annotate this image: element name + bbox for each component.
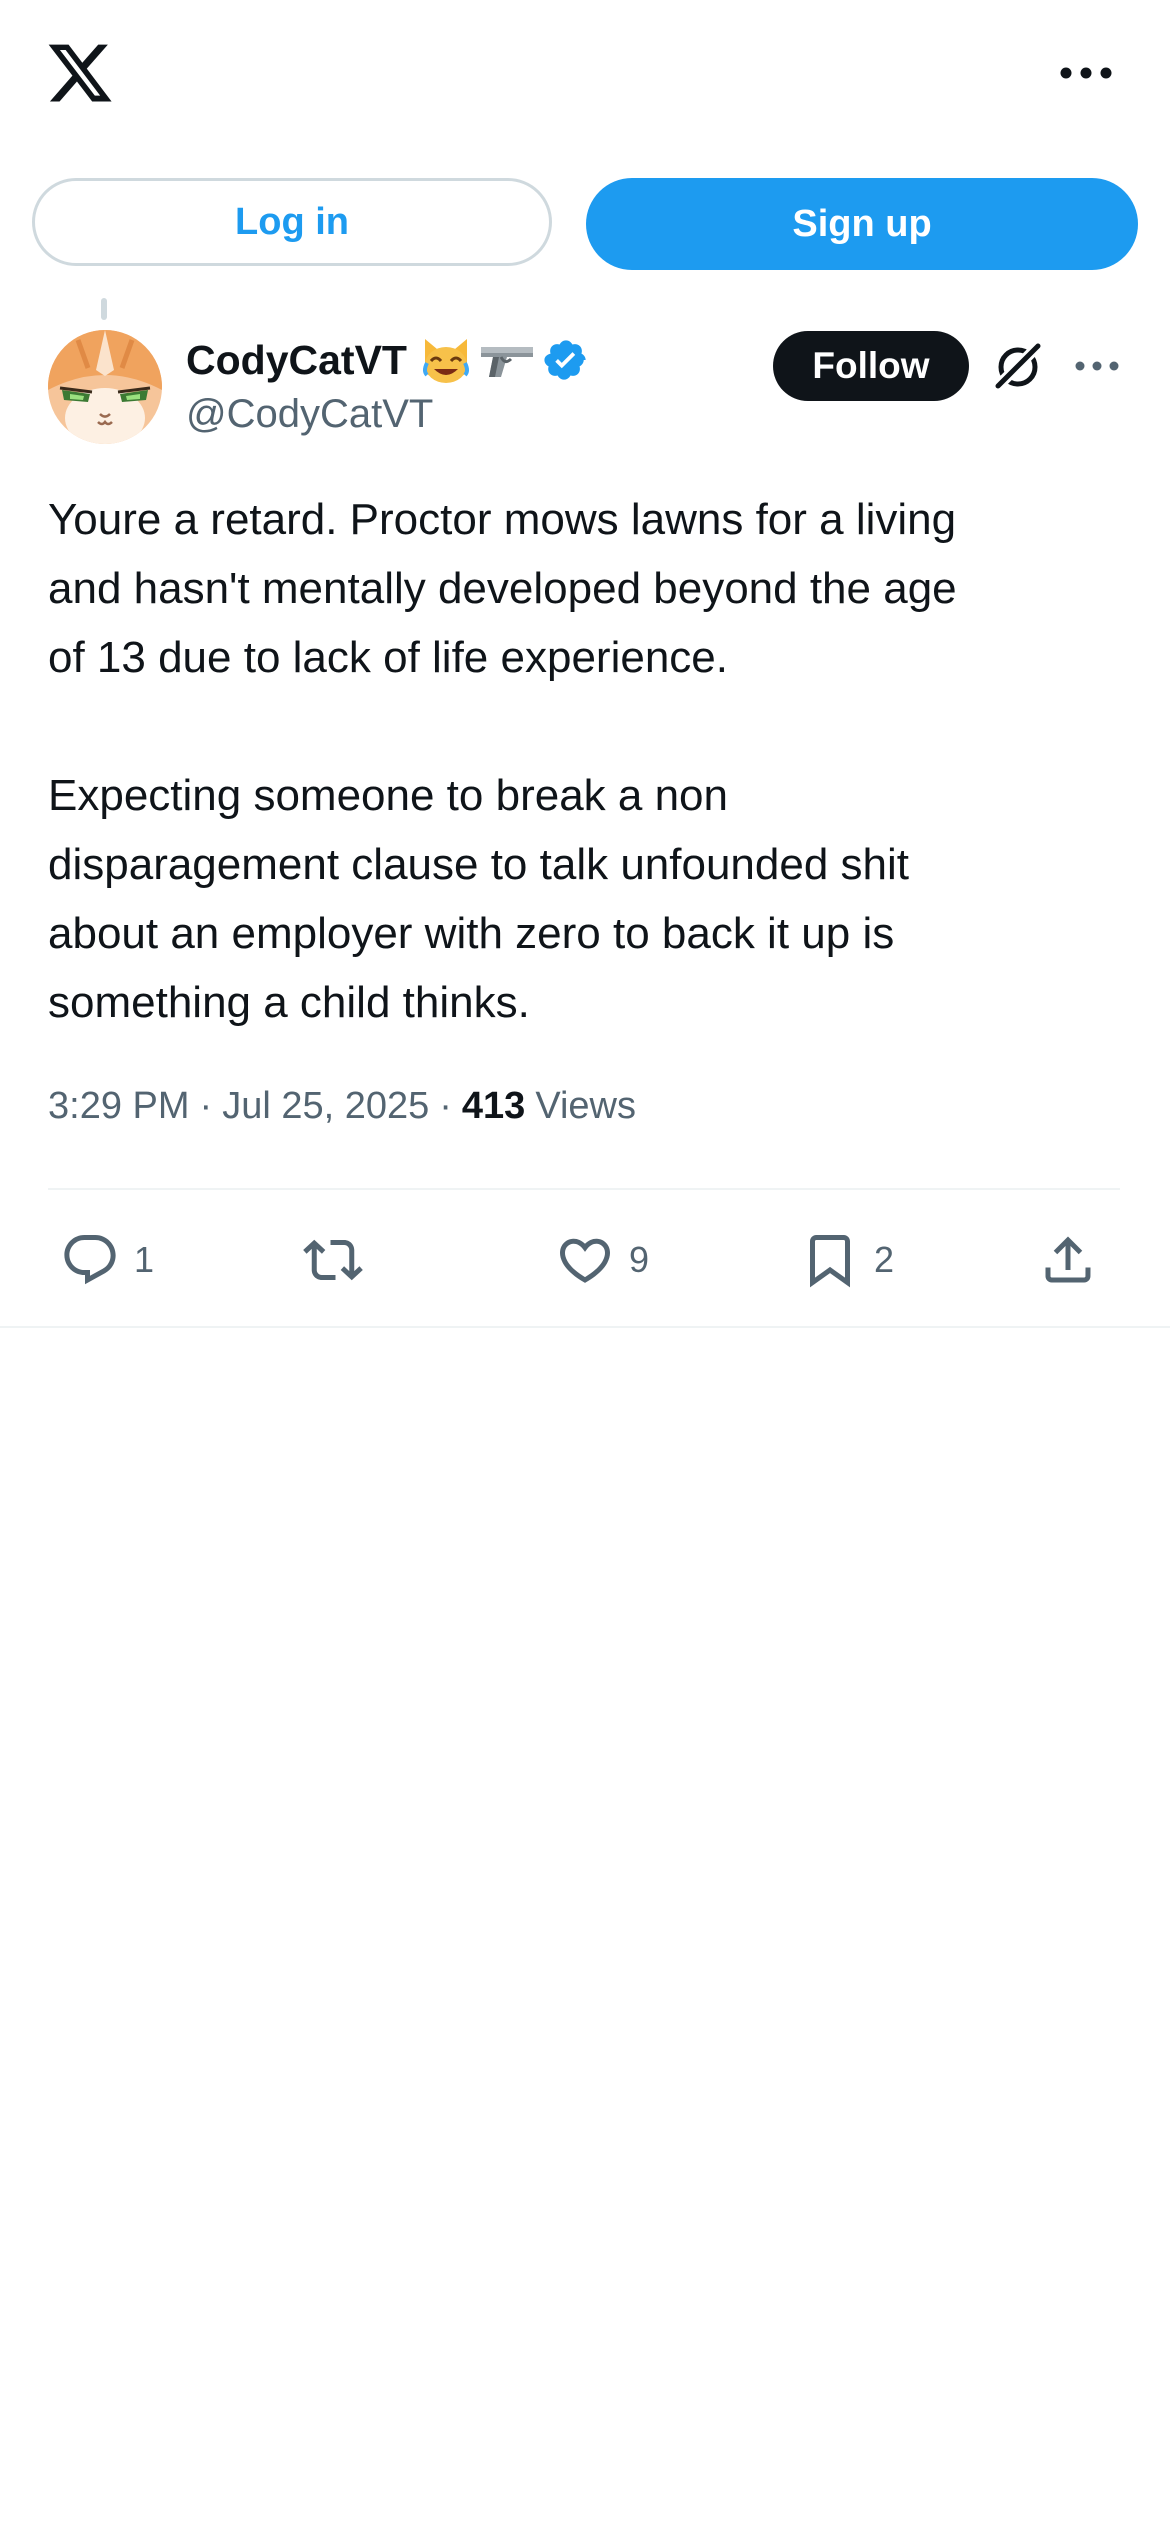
verified-badge-icon[interactable] — [543, 337, 589, 383]
cat-with-tears-of-joy-emoji — [422, 339, 469, 383]
top-bar — [0, 0, 1170, 150]
display-name[interactable]: CodyCatVT — [186, 337, 407, 384]
avatar[interactable] — [48, 330, 162, 444]
reply-button[interactable]: 1 — [60, 1220, 154, 1300]
tweet-time[interactable]: 3:29 PM — [48, 1085, 190, 1128]
login-button[interactable]: Log in — [32, 178, 552, 266]
bookmark-button[interactable]: 2 — [800, 1220, 894, 1300]
user-handle[interactable]: @CodyCatVT — [186, 392, 433, 437]
thread-connector-line — [101, 298, 107, 320]
tweet-more-icon[interactable] — [1074, 355, 1120, 377]
retweet-button[interactable] — [303, 1220, 377, 1300]
share-icon — [1045, 1236, 1091, 1283]
grok-icon[interactable] — [990, 338, 1046, 394]
views-label: Views — [535, 1085, 636, 1127]
share-button[interactable] — [1038, 1220, 1098, 1300]
tweet-text: Youre a retard. Proctor mows lawns for a… — [48, 495, 957, 1027]
signup-button[interactable]: Sign up — [586, 178, 1138, 270]
more-horizontal-icon[interactable] — [1058, 60, 1114, 86]
bookmark-count: 2 — [874, 1239, 895, 1280]
auth-buttons: Log in Sign up — [32, 178, 1138, 270]
bookmark-icon — [810, 1235, 850, 1288]
like-count: 9 — [629, 1239, 650, 1280]
tweet-meta: 3:29 PM · Jul 25, 2025 · 413 Views — [48, 1085, 636, 1128]
views-count: 413 — [461, 1085, 526, 1127]
meta-separator: · — [199, 1085, 213, 1127]
retweet-icon — [303, 1239, 363, 1281]
x-logo-icon[interactable] — [45, 38, 115, 108]
meta-separator: · — [439, 1085, 452, 1127]
heart-icon — [559, 1238, 611, 1283]
tweet-date[interactable]: Jul 25, 2025 — [222, 1085, 429, 1128]
divider — [48, 1188, 1120, 1190]
tweet-actions: 1 9 2 — [48, 1220, 1120, 1300]
like-button[interactable]: 9 — [555, 1220, 649, 1300]
divider — [0, 1326, 1170, 1328]
follow-button[interactable]: Follow — [773, 331, 969, 401]
reply-count: 1 — [134, 1239, 155, 1280]
reply-icon — [64, 1235, 116, 1285]
pistol-emoji — [480, 347, 533, 377]
display-name-row: CodyCatVT — [186, 330, 589, 390]
